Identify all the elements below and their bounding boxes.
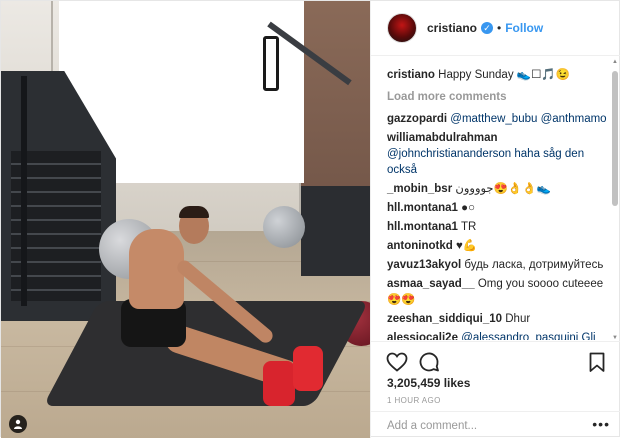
comment-username[interactable]: _mobin_bsr <box>387 183 452 195</box>
caption-text: Happy Sunday 👟☐🎵😉 <box>438 69 571 81</box>
comment-item: asmaa_sayad__ Omg you soooo cuteeee😍😍 <box>387 276 608 308</box>
instagram-post: cristiano ✓ • Follow cristiano Happy Sun… <box>0 0 620 438</box>
bookmark-icon[interactable] <box>585 350 609 374</box>
comment-username[interactable]: gazzopardi <box>387 113 447 125</box>
comment-text: TR <box>460 221 477 233</box>
likes-count[interactable]: 3,205,459 likes <box>387 376 470 390</box>
user-tag-icon[interactable] <box>9 415 27 433</box>
verified-badge-icon: ✓ <box>481 22 494 34</box>
comment-text: جوووون😍👌👌👟 <box>455 183 551 195</box>
comment-text: ♥💪 <box>456 240 478 252</box>
load-more-comments-link[interactable]: Load more comments <box>387 91 608 103</box>
add-comment-input[interactable] <box>387 418 582 434</box>
caption-username[interactable]: cristiano <box>387 69 435 81</box>
comment-text: будь ласка, дотримуйтесь <box>464 259 604 271</box>
scrollbar-thumb[interactable] <box>612 71 618 206</box>
scroll-up-arrow-icon[interactable]: ▲ <box>612 59 618 65</box>
photo-person-shoe <box>293 346 323 391</box>
heart-icon[interactable] <box>385 350 409 374</box>
comment-text: ●○ <box>461 202 476 214</box>
comment-items: gazzopardi @matthew_bubu @anthmamo willia… <box>387 111 608 340</box>
photo-person-torso <box>129 229 184 309</box>
comment-item: alessiocali2e @alessandro_pasquini Gli h… <box>387 330 608 340</box>
photo-machine-rail <box>21 76 27 306</box>
comment-text: @johnchristiananderson haha såg den ocks… <box>387 148 585 176</box>
separator-dot: • <box>497 21 502 35</box>
header-username[interactable]: cristiano <box>427 21 477 35</box>
comment-text: Dhur <box>505 313 531 325</box>
follow-button[interactable]: Follow <box>505 21 543 35</box>
comment-item: _mobin_bsr جوووون😍👌👌👟 <box>387 181 608 197</box>
comment-item: hll.montana1 TR <box>387 219 608 235</box>
comment-username[interactable]: alessiocali2e <box>387 332 458 340</box>
comment-item: yavuz13akyol будь ласка, дотримуйтесь <box>387 257 608 273</box>
post-side-panel: cristiano ✓ • Follow cristiano Happy Sun… <box>370 1 620 438</box>
post-actions <box>371 341 620 377</box>
photo-person-shoe <box>263 361 295 406</box>
comment-username[interactable]: asmaa_sayad__ <box>387 278 475 290</box>
comment-item: gazzopardi @matthew_bubu @anthmamo <box>387 111 608 127</box>
post-timestamp[interactable]: 1 HOUR AGO <box>387 396 441 405</box>
comment-text: @matthew_bubu @anthmamo <box>450 113 607 125</box>
comments-list[interactable]: cristiano Happy Sunday 👟☐🎵😉 Load more co… <box>371 57 620 340</box>
post-header: cristiano ✓ • Follow <box>371 1 620 56</box>
comment-item: williamabdulrahman @johnchristiananderso… <box>387 130 608 178</box>
post-photo[interactable] <box>1 1 370 438</box>
avatar[interactable] <box>387 13 417 43</box>
comment-item: zeeshan_siddiqui_10 Dhur <box>387 311 608 327</box>
post-caption: cristiano Happy Sunday 👟☐🎵😉 <box>387 67 608 83</box>
photo-person-hair <box>179 206 209 218</box>
comment-username[interactable]: williamabdulrahman <box>387 132 498 144</box>
add-comment-bar: ••• <box>371 411 620 438</box>
comment-username[interactable]: hll.montana1 <box>387 202 458 214</box>
comment-username[interactable]: hll.montana1 <box>387 221 458 233</box>
comments-scrollbar[interactable]: ▲ ▼ <box>612 59 618 341</box>
comment-bubble-icon[interactable] <box>417 350 441 374</box>
comment-item: antoninotkd ♥💪 <box>387 238 608 254</box>
comment-item: hll.montana1 ●○ <box>387 200 608 216</box>
more-options-button[interactable]: ••• <box>592 416 610 432</box>
comment-username[interactable]: antoninotkd <box>387 240 453 252</box>
photo-exercise-ball <box>263 206 305 248</box>
comment-username[interactable]: yavuz13akyol <box>387 259 461 271</box>
comment-username[interactable]: zeeshan_siddiqui_10 <box>387 313 502 325</box>
photo-bench <box>301 186 370 276</box>
photo-cable-handle <box>263 36 279 91</box>
